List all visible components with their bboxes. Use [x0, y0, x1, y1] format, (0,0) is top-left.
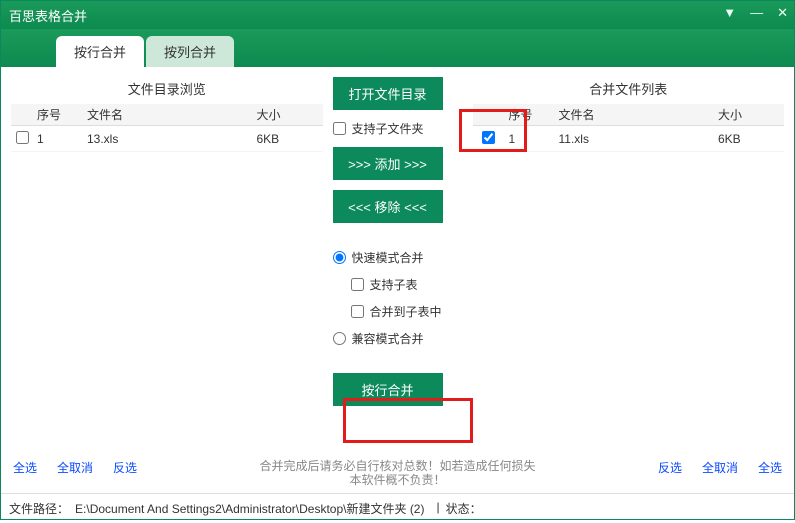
- app-title: 百思表格合并: [9, 6, 87, 25]
- compat-merge-option[interactable]: 兼容模式合并: [333, 330, 424, 347]
- left-link-group: 全选 全取消 反选: [13, 459, 137, 487]
- col-size-header: 大小: [253, 106, 323, 123]
- minimize-icon[interactable]: —: [750, 5, 763, 21]
- dropdown-icon[interactable]: ▼: [723, 5, 736, 21]
- merge-to-sub-option[interactable]: 合并到子表中: [351, 303, 442, 320]
- deselect-all-link-right[interactable]: 全取消: [702, 459, 738, 487]
- tab-merge-by-col[interactable]: 按列合并: [146, 36, 234, 67]
- row-size: 6KB: [253, 132, 323, 146]
- row-name: 11.xls: [555, 132, 715, 146]
- fast-merge-option[interactable]: 快速模式合并: [333, 249, 424, 266]
- right-link-group: 反选 全取消 全选: [658, 459, 782, 487]
- invert-link-right[interactable]: 反选: [658, 459, 682, 487]
- titlebar: 百思表格合并 ▼ — ✕: [1, 1, 794, 29]
- tab-header: 按行合并 按列合并: [1, 29, 794, 67]
- open-dir-button[interactable]: 打开文件目录: [333, 77, 443, 110]
- deselect-all-link[interactable]: 全取消: [57, 459, 93, 487]
- support-subtable-option[interactable]: 支持子表: [351, 276, 418, 293]
- col-seq-header: 序号: [33, 106, 83, 123]
- tab-merge-by-row[interactable]: 按行合并: [56, 36, 144, 67]
- statusbar: 文件路径： E:\Document And Settings2\Administ…: [1, 493, 794, 523]
- path-label: 文件路径：: [9, 500, 69, 517]
- invert-link[interactable]: 反选: [113, 459, 137, 487]
- table-row[interactable]: 1 13.xls 6KB: [11, 126, 323, 152]
- support-subfolder-option[interactable]: 支持子文件夹: [333, 120, 424, 137]
- row-seq: 1: [33, 132, 83, 146]
- support-subtable-checkbox[interactable]: [351, 278, 364, 291]
- state-label: 状态：: [446, 500, 482, 517]
- col-name-header: 文件名: [555, 106, 715, 123]
- select-all-link-right[interactable]: 全选: [758, 459, 782, 487]
- footer-links: 全选 全取消 反选 合并完成后请务必自行核对总数！如若造成任何损失本软件概不负责…: [1, 453, 794, 493]
- center-controls: 打开文件目录 支持子文件夹 >>> 添加 >>> <<< 移除 <<< 快速模式…: [323, 77, 473, 453]
- select-all-link[interactable]: 全选: [13, 459, 37, 487]
- close-icon[interactable]: ✕: [777, 5, 788, 21]
- app-window: 百思表格合并 ▼ — ✕ 按行合并 按列合并 文件目录浏览 序号 文件名 大小 …: [0, 0, 795, 520]
- compat-merge-radio[interactable]: [333, 332, 346, 345]
- row-checkbox[interactable]: [16, 131, 29, 144]
- remove-button[interactable]: <<< 移除 <<<: [333, 190, 443, 223]
- add-button[interactable]: >>> 添加 >>>: [333, 147, 443, 180]
- annotation-box-2: [343, 398, 473, 443]
- path-value: E:\Document And Settings2\Administrator\…: [75, 500, 424, 517]
- row-name: 13.xls: [83, 132, 253, 146]
- right-panel-title: 合并文件列表: [473, 77, 785, 104]
- col-name-header: 文件名: [83, 106, 253, 123]
- left-panel-title: 文件目录浏览: [11, 77, 323, 104]
- left-table-header: 序号 文件名 大小: [11, 104, 323, 126]
- window-controls: ▼ — ✕: [723, 5, 788, 21]
- main-content: 文件目录浏览 序号 文件名 大小 1 13.xls 6KB 打开文件目录 支持子…: [1, 67, 794, 453]
- footer-note: 合并完成后请务必自行核对总数！如若造成任何损失本软件概不负责！: [258, 459, 538, 487]
- merge-to-sub-checkbox[interactable]: [351, 305, 364, 318]
- col-size-header: 大小: [714, 106, 784, 123]
- support-subfolder-checkbox[interactable]: [333, 122, 346, 135]
- annotation-box-1: [459, 109, 527, 152]
- left-panel: 文件目录浏览 序号 文件名 大小 1 13.xls 6KB: [11, 77, 323, 453]
- row-size: 6KB: [714, 132, 784, 146]
- fast-merge-radio[interactable]: [333, 251, 346, 264]
